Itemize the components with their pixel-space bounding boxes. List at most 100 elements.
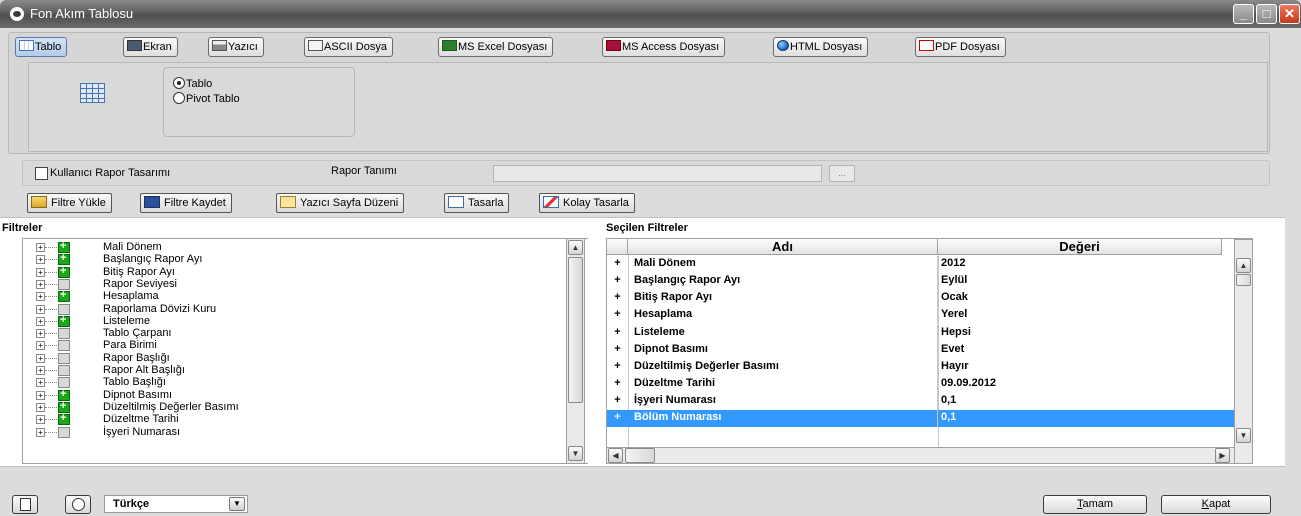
language-select[interactable]: Türkçe ▼ bbox=[104, 495, 248, 513]
maximize-button[interactable]: □ bbox=[1256, 4, 1277, 24]
filter-tree-item[interactable]: + Mali Dönem bbox=[23, 240, 567, 254]
tab-pdf-dosyasi[interactable]: PDF Dosyası bbox=[915, 37, 1006, 57]
row-expand-plus[interactable]: + bbox=[607, 256, 628, 273]
expand-icon[interactable]: + bbox=[36, 427, 45, 437]
help-button[interactable] bbox=[65, 495, 91, 514]
filter-value-cell[interactable]: Ocak bbox=[938, 290, 1221, 307]
row-expand-plus[interactable]: + bbox=[607, 342, 628, 359]
filter-tree-item[interactable]: + Düzeltme Tarihi bbox=[23, 412, 567, 426]
column-header-name[interactable]: Adı bbox=[628, 239, 938, 255]
table-row[interactable]: + Dipnot Basımı Evet bbox=[607, 342, 1238, 359]
filter-tree-item[interactable]: + Hesaplama bbox=[23, 289, 567, 303]
row-expand-plus[interactable]: + bbox=[607, 273, 628, 290]
filter-value-cell[interactable]: 2012 bbox=[938, 256, 1221, 273]
expand-icon[interactable]: + bbox=[36, 267, 45, 277]
filter-tree-item[interactable]: + Düzeltilmiş Değerler Basımı bbox=[23, 400, 567, 414]
minimize-button[interactable]: _ bbox=[1233, 4, 1254, 24]
chevron-down-icon[interactable]: ▼ bbox=[229, 497, 245, 511]
ok-button[interactable]: Tamam bbox=[1043, 495, 1147, 514]
expand-icon[interactable]: + bbox=[36, 415, 45, 425]
tab-ms-excel-dosyasi[interactable]: MS Excel Dosyası bbox=[438, 37, 554, 57]
grid-scroll-up-button[interactable]: ▲ bbox=[1236, 258, 1251, 273]
filter-value-cell[interactable]: 09.09.2012 bbox=[938, 376, 1221, 393]
filter-value-cell[interactable]: Hepsi bbox=[938, 325, 1221, 342]
report-definition-input[interactable] bbox=[493, 165, 822, 182]
filter-tree-item[interactable]: + Raporlama Dövizi Kuru bbox=[23, 303, 567, 316]
radio-pivot-tablo[interactable]: Pivot Tablo bbox=[173, 92, 240, 105]
expand-icon[interactable]: + bbox=[36, 304, 45, 314]
scroll-left-button[interactable]: ◀ bbox=[608, 448, 623, 463]
filter-tree-item[interactable]: + Rapor Seviyesi bbox=[23, 278, 567, 291]
grid-vertical-scrollbar[interactable]: ▲ ▼ bbox=[1234, 239, 1252, 463]
radio-tablo[interactable]: Tablo bbox=[173, 77, 212, 90]
grid-scroll-thumb[interactable] bbox=[1236, 274, 1251, 286]
design-button[interactable]: Tasarla bbox=[444, 193, 510, 213]
scroll-down-button[interactable]: ▼ bbox=[568, 446, 583, 461]
tab-yazici[interactable]: Yazıcı bbox=[208, 37, 264, 57]
filter-tree-item[interactable]: + Dipnot Basımı bbox=[23, 388, 567, 402]
grid-hscroll-thumb[interactable] bbox=[625, 448, 655, 463]
easy-design-button[interactable]: Kolay Tasarla bbox=[539, 193, 635, 213]
table-row[interactable]: + Düzeltilmiş Değerler Basımı Hayır bbox=[607, 359, 1238, 376]
table-row[interactable]: + Hesaplama Yerel bbox=[607, 307, 1238, 324]
filter-value-cell[interactable]: Hayır bbox=[938, 359, 1221, 376]
filter-tree-item[interactable]: + İşyeri Numarası bbox=[23, 426, 567, 439]
filter-value-cell[interactable]: Evet bbox=[938, 342, 1221, 359]
close-button[interactable]: Kapat bbox=[1161, 495, 1271, 514]
expand-icon[interactable]: + bbox=[36, 378, 45, 388]
expand-icon[interactable]: + bbox=[36, 341, 45, 351]
expand-icon[interactable]: + bbox=[36, 292, 45, 302]
expand-icon[interactable]: + bbox=[36, 329, 45, 339]
scroll-up-button[interactable]: ▲ bbox=[568, 240, 583, 255]
filter-load-button[interactable]: Filtre Yükle bbox=[27, 193, 112, 213]
page-setup-button[interactable]: Yazıcı Sayfa Düzeni bbox=[276, 193, 405, 213]
filters-tree-scrollbar[interactable]: ▲ ▼ bbox=[566, 238, 585, 464]
expand-icon[interactable]: + bbox=[36, 390, 45, 400]
filter-tree-item[interactable]: + Bitiş Rapor Ayı bbox=[23, 265, 567, 279]
filter-value-cell[interactable]: Yerel bbox=[938, 307, 1221, 324]
filter-tree-item[interactable]: + Para Birimi bbox=[23, 339, 567, 352]
scroll-right-button[interactable]: ▶ bbox=[1215, 448, 1230, 463]
scroll-thumb[interactable] bbox=[568, 257, 583, 403]
row-expand-plus[interactable]: + bbox=[607, 376, 628, 393]
table-row[interactable]: + Başlangıç Rapor Ayı Eylül bbox=[607, 273, 1238, 290]
tab-ms-access-dosyasi[interactable]: MS Access Dosyası bbox=[602, 37, 726, 57]
table-row[interactable]: + Listeleme Hepsi bbox=[607, 325, 1238, 342]
table-row[interactable]: + Bölüm Numarası 0,1 bbox=[607, 410, 1238, 427]
filter-tree-item[interactable]: + Tablo Çarpanı bbox=[23, 327, 567, 340]
close-window-button[interactable]: ✕ bbox=[1279, 4, 1300, 24]
report-definition-browse-button[interactable]: ... bbox=[829, 165, 855, 182]
tab-ascii-dosya[interactable]: ASCII Dosya bbox=[304, 37, 393, 57]
row-expand-plus[interactable]: + bbox=[607, 393, 628, 410]
grid-scroll-down-button[interactable]: ▼ bbox=[1236, 428, 1251, 443]
row-expand-plus[interactable]: + bbox=[607, 410, 628, 427]
table-row[interactable]: + İşyeri Numarası 0,1 bbox=[607, 393, 1238, 410]
expand-icon[interactable]: + bbox=[36, 316, 45, 326]
row-expand-plus[interactable]: + bbox=[607, 290, 628, 307]
table-row[interactable]: + Bitiş Rapor Ayı Ocak bbox=[607, 290, 1238, 307]
expand-icon[interactable]: + bbox=[36, 255, 45, 265]
filter-value-cell[interactable]: Eylül bbox=[938, 273, 1221, 290]
filter-tree-item[interactable]: + Listeleme bbox=[23, 314, 567, 328]
filter-tree-item[interactable]: + Rapor Alt Başlığı bbox=[23, 364, 567, 377]
tab-tablo[interactable]: Tablo bbox=[15, 37, 68, 57]
new-page-button[interactable] bbox=[12, 495, 38, 514]
filter-tree-item[interactable]: + Rapor Başlığı bbox=[23, 352, 567, 365]
filter-tree-item[interactable]: + Tablo Başlığı bbox=[23, 376, 567, 389]
table-row[interactable]: + Mali Dönem 2012 bbox=[607, 256, 1238, 273]
tab-ekran[interactable]: Ekran bbox=[123, 37, 178, 57]
filter-save-button[interactable]: Filtre Kaydet bbox=[140, 193, 232, 213]
column-header-value[interactable]: Değeri bbox=[938, 239, 1222, 255]
filter-value-cell[interactable]: 0,1 bbox=[938, 393, 1221, 410]
expand-icon[interactable]: + bbox=[36, 366, 45, 375]
row-expand-plus[interactable]: + bbox=[607, 307, 628, 324]
filter-value-cell[interactable]: 0,1 bbox=[938, 410, 1221, 427]
expand-icon[interactable]: + bbox=[36, 353, 45, 363]
expand-icon[interactable]: + bbox=[36, 402, 45, 412]
table-row[interactable]: + Düzeltme Tarihi 09.09.2012 bbox=[607, 376, 1238, 393]
expand-icon[interactable]: + bbox=[36, 279, 45, 289]
grid-horizontal-scrollbar[interactable]: ◀ ▶ bbox=[607, 447, 1234, 463]
expand-icon[interactable]: + bbox=[36, 243, 45, 252]
row-expand-plus[interactable]: + bbox=[607, 325, 628, 342]
row-expand-plus[interactable]: + bbox=[607, 359, 628, 376]
